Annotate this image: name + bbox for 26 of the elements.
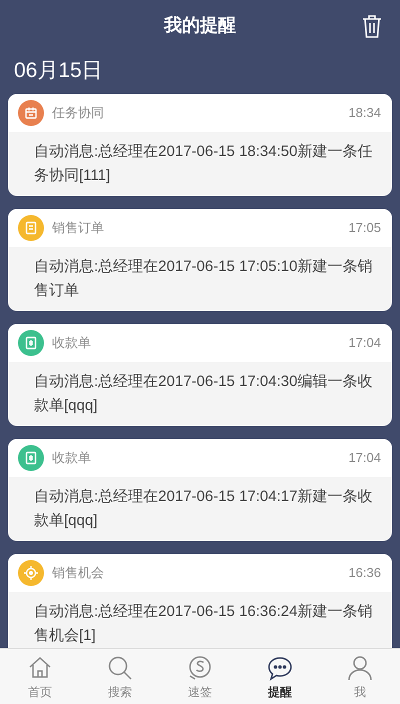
- notification-card[interactable]: 销售机会 16:36 自动消息:总经理在2017-06-15 16:36:24新建一条销售机会[1]: [8, 554, 392, 648]
- person-icon: [346, 654, 374, 682]
- time-label: 18:34: [348, 104, 381, 122]
- category-label: 销售机会: [52, 564, 105, 582]
- message-text: 自动消息:总经理在2017-06-15 17:05:10新建一条销售订单: [33, 257, 374, 301]
- time-label: 17:04: [348, 449, 381, 468]
- message-text: 自动消息:总经理在2017-06-15 18:34:50新建一条任务协同[111]: [33, 142, 374, 186]
- message-text: 自动消息:总经理在2017-06-15 17:04:17新建一条收款单[qqq]: [33, 487, 374, 531]
- notification-card[interactable]: 收款单 17:04 自动消息:总经理在2017-06-15 17:04:30编辑一条收款单[qqq]: [8, 324, 392, 426]
- date-heading: 06月15日: [13, 58, 104, 84]
- notification-card[interactable]: 任务协同 18:34 自动消息:总经理在2017-06-15 18:34:50新建一条任务协同[111]: [8, 94, 392, 196]
- category-label: 收款单: [52, 334, 92, 352]
- time-label: 17:04: [348, 334, 381, 352]
- message-text: 自动消息:总经理在2017-06-15 16:36:24新建一条销售机会[1]: [33, 602, 374, 646]
- category-label: 收款单: [52, 449, 92, 468]
- category-label: 任务协同: [52, 104, 105, 122]
- tab[interactable]: 提醒: [240, 649, 320, 704]
- notification-card[interactable]: 收款单 17:04 自动消息:总经理在2017-06-15 17:04:17新建一条收款单[qqq]: [8, 439, 392, 541]
- time-label: 16:36: [348, 564, 381, 582]
- notification-card[interactable]: 销售订单 17:05 自动消息:总经理在2017-06-15 17:05:10新建一条销售订单: [8, 209, 392, 311]
- trash-icon[interactable]: [362, 14, 382, 38]
- search-icon: [106, 654, 134, 682]
- page-title: 我的提醒: [164, 15, 236, 37]
- message-text: 自动消息:总经理在2017-06-15 17:04:30编辑一条收款单[qqq]: [33, 372, 374, 416]
- time-label: 17:05: [348, 219, 381, 238]
- category-label: 销售订单: [52, 219, 105, 238]
